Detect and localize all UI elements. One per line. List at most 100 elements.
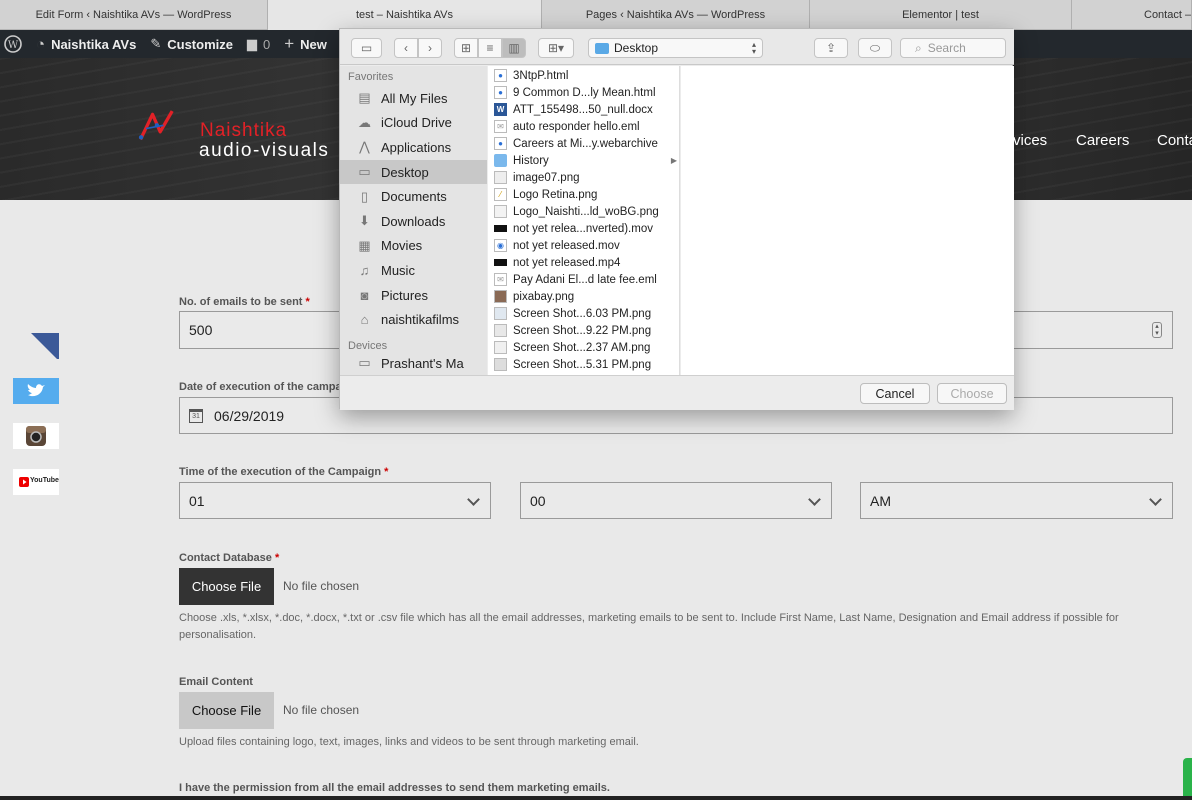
file-row[interactable]: ● 3NtpP.html bbox=[488, 67, 679, 84]
back-icon[interactable]: ‹ bbox=[394, 38, 418, 58]
contact-database-choose-file-button[interactable]: Choose File bbox=[179, 568, 274, 605]
screenshot-file-icon bbox=[494, 341, 507, 354]
sidebar-toggle-icon[interactable]: ▭ bbox=[351, 38, 382, 58]
sidebar-item-pictures[interactable]: ◙ Pictures bbox=[340, 283, 487, 308]
screen-bottom-edge bbox=[0, 796, 1192, 800]
computer-icon: ▭ bbox=[358, 355, 371, 371]
preview-column bbox=[681, 66, 1014, 375]
screenshot-file-icon bbox=[494, 324, 507, 337]
new-content-link[interactable]: + New bbox=[284, 34, 327, 54]
stepper-arrows-icon[interactable]: ▴ ▾ bbox=[1152, 322, 1162, 338]
email-file-icon: ✉ bbox=[494, 273, 507, 286]
chevron-down-icon bbox=[1149, 493, 1162, 506]
video-file-icon bbox=[494, 225, 507, 232]
contact-database-label: Contact Database * bbox=[179, 552, 280, 564]
search-field[interactable]: ⌕ Search bbox=[900, 38, 1006, 58]
file-row[interactable]: ✉ auto responder hello.eml bbox=[488, 118, 679, 135]
ampm-select[interactable]: AM bbox=[860, 482, 1173, 519]
chat-widget-tab[interactable] bbox=[1183, 758, 1192, 800]
customize-link[interactable]: ✎ Customize bbox=[150, 36, 233, 52]
file-row[interactable]: image07.png bbox=[488, 169, 679, 186]
cancel-button[interactable]: Cancel bbox=[860, 383, 930, 404]
file-row[interactable]: Screen Shot...5.31 PM.png bbox=[488, 356, 679, 373]
sidebar-item-movies[interactable]: ▦ Movies bbox=[340, 234, 487, 259]
sidebar-item-applications[interactable]: ⋀ Applications bbox=[340, 135, 487, 160]
sidebar-item-documents[interactable]: ▯ Documents bbox=[340, 184, 487, 209]
location-popup[interactable]: Desktop ▴ ▾ bbox=[588, 38, 763, 58]
nav-contact[interactable]: Conta bbox=[1157, 132, 1192, 149]
html-file-icon: ● bbox=[494, 86, 507, 99]
minute-select[interactable]: 00 bbox=[520, 482, 832, 519]
folder-row[interactable]: History ▶ bbox=[488, 152, 679, 169]
choose-button[interactable]: Choose bbox=[937, 383, 1007, 404]
plus-icon: + bbox=[284, 34, 295, 53]
twitter-icon[interactable] bbox=[13, 378, 59, 404]
sidebar-item-all-my-files[interactable]: ▤ All My Files bbox=[340, 86, 487, 111]
file-row[interactable]: Screen Shot...9.22 PM.png bbox=[488, 322, 679, 339]
downloads-icon: ⬇ bbox=[359, 213, 370, 229]
chevron-down-icon bbox=[808, 493, 821, 506]
list-view-icon[interactable]: ≡ bbox=[478, 38, 502, 58]
forward-icon[interactable]: › bbox=[418, 38, 442, 58]
search-icon: ⌕ bbox=[915, 40, 922, 55]
file-row[interactable]: not yet relea...nverted).mov bbox=[488, 220, 679, 237]
arrange-menu-icon[interactable]: ⊞▾ bbox=[538, 38, 574, 58]
favorites-header: Favorites bbox=[348, 71, 394, 83]
email-content-label: Email Content bbox=[179, 676, 253, 688]
file-row[interactable]: W ATT_155498...50_null.docx bbox=[488, 101, 679, 118]
sidebar-item-naishtikafilms[interactable]: ⌂ naishtikafilms bbox=[340, 307, 487, 332]
column-view-icon[interactable]: ▥ bbox=[502, 38, 526, 58]
nav-services[interactable]: vices bbox=[1013, 132, 1047, 149]
screenshot-file-icon bbox=[494, 307, 507, 320]
sidebar-item-downloads[interactable]: ⬇ Downloads bbox=[340, 209, 487, 234]
quicktime-file-icon: ◉ bbox=[494, 239, 507, 252]
instagram-icon[interactable] bbox=[13, 423, 59, 449]
file-row[interactable]: ✉ Pay Adani El...d late fee.eml bbox=[488, 271, 679, 288]
file-row[interactable]: ● 9 Common D...ly Mean.html bbox=[488, 84, 679, 101]
home-icon: ⌂ bbox=[360, 312, 369, 328]
wordpress-logo-icon[interactable]: W bbox=[4, 35, 22, 53]
image-file-icon bbox=[494, 171, 507, 184]
applications-icon: ⋀ bbox=[359, 139, 370, 155]
file-list-column: ● 3NtpP.html ● 9 Common D...ly Mean.html W… bbox=[488, 66, 680, 375]
naishtika-logo-icon[interactable] bbox=[118, 110, 198, 170]
tab-contact[interactable]: Contact – bbox=[1072, 0, 1192, 30]
hour-select[interactable]: 01 bbox=[179, 482, 491, 519]
tab-test[interactable]: test – Naishtika AVs bbox=[268, 0, 542, 30]
file-row[interactable]: pixabay.png bbox=[488, 288, 679, 305]
site-name-link[interactable]: ◔ Naishtika AVs bbox=[36, 36, 136, 53]
sidebar-item-device[interactable]: ▭ Prashant's Ma bbox=[340, 355, 487, 371]
file-row[interactable]: not yet released.mp4 bbox=[488, 254, 679, 271]
chevron-down-icon bbox=[467, 493, 480, 506]
tab-pages[interactable]: Pages ‹ Naishtika AVs — WordPress bbox=[542, 0, 810, 30]
updown-chevron-icon: ▴ ▾ bbox=[751, 40, 756, 56]
file-row[interactable]: Screen Shot...6.03 PM.png bbox=[488, 305, 679, 322]
emails-count-input[interactable]: 500 bbox=[179, 311, 344, 349]
icon-view-icon[interactable]: ⊞ bbox=[454, 38, 478, 58]
comments-link[interactable]: ▆ 0 bbox=[247, 36, 270, 52]
file-row[interactable]: Logo_Naishti...ld_woBG.png bbox=[488, 203, 679, 220]
execution-time-label: Time of the execution of the Campaign * bbox=[179, 466, 389, 478]
svg-text:W: W bbox=[8, 40, 19, 51]
film-icon: ▦ bbox=[358, 237, 371, 253]
dialog-footer: Cancel Choose bbox=[340, 375, 1014, 410]
emails-count-stepper[interactable]: ▴ ▾ bbox=[1013, 311, 1173, 349]
sidebar-item-icloud-drive[interactable]: ☁ iCloud Drive bbox=[340, 111, 487, 136]
nav-careers[interactable]: Careers bbox=[1076, 132, 1129, 149]
file-row[interactable]: ⁄ Logo Retina.png bbox=[488, 186, 679, 203]
facebook-icon[interactable] bbox=[13, 333, 59, 359]
share-icon[interactable]: ⇪ bbox=[814, 38, 848, 58]
folder-icon bbox=[595, 42, 609, 54]
youtube-icon[interactable]: YouTube bbox=[13, 469, 59, 495]
calendar-icon: 31 bbox=[189, 408, 203, 423]
tab-edit-form[interactable]: Edit Form ‹ Naishtika AVs — WordPress bbox=[0, 0, 268, 30]
file-row[interactable]: ◉ not yet released.mov bbox=[488, 237, 679, 254]
file-row[interactable]: Screen Shot...2.37 AM.png bbox=[488, 339, 679, 356]
tab-elementor[interactable]: Elementor | test bbox=[810, 0, 1072, 30]
sidebar-item-music[interactable]: ♫ Music bbox=[340, 258, 487, 283]
execution-date-label: Date of execution of the campa bbox=[179, 381, 342, 393]
file-row[interactable]: ● Careers at Mi...y.webarchive bbox=[488, 135, 679, 152]
email-content-choose-file-button[interactable]: Choose File bbox=[179, 692, 274, 729]
tag-icon[interactable]: ⬭ bbox=[858, 38, 892, 58]
sidebar-item-desktop[interactable]: ▭ Desktop bbox=[340, 159, 487, 185]
